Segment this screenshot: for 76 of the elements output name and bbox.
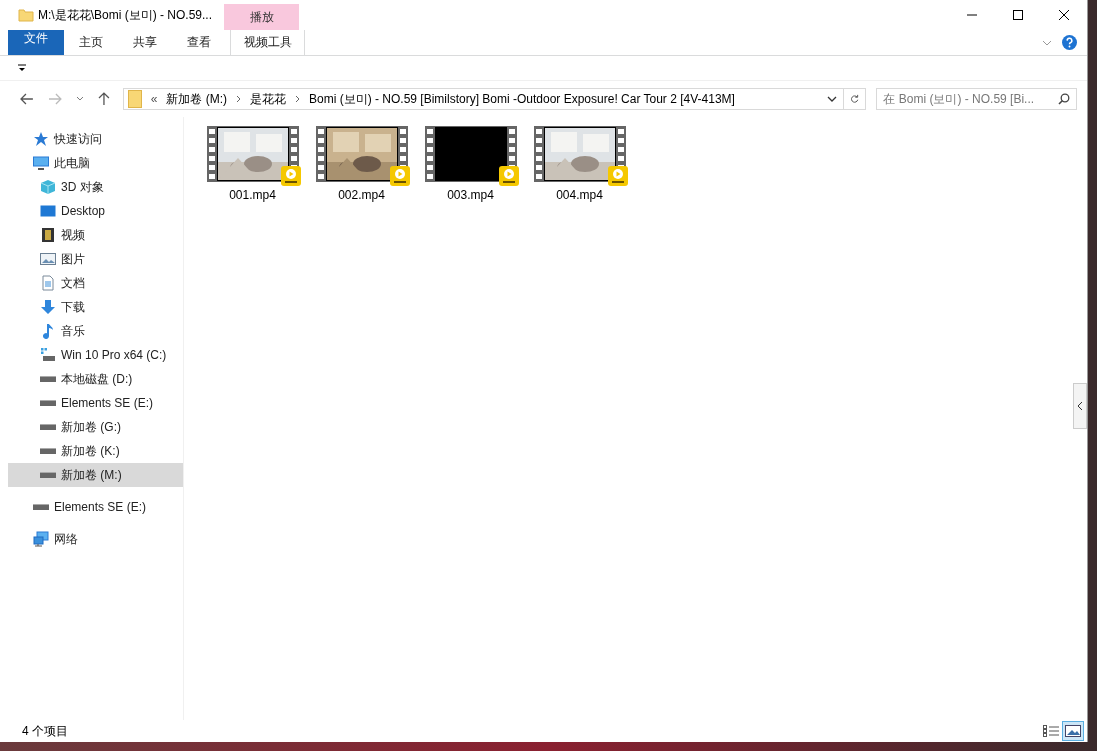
breadcrumb[interactable]: 是花花: [249, 90, 286, 108]
file-tab[interactable]: 文件: [8, 30, 64, 55]
back-icon[interactable]: [20, 93, 34, 105]
nav-item[interactable]: 网络: [8, 527, 183, 551]
player-badge-icon: [607, 166, 628, 186]
search-field[interactable]: 在 Bomi (보미) - NO.59 [Bi...: [876, 88, 1077, 110]
file-item[interactable]: 002.mp4: [310, 126, 413, 202]
drive-icon: [40, 424, 56, 430]
breadcrumb[interactable]: Bomi (보미) - NO.59 [Bimilstory] Bomi -Outdoor Exposure! Car Tour 2 [4V-413M]: [308, 90, 735, 108]
document-icon: [40, 275, 56, 291]
item-count: 4 个项目: [22, 722, 68, 740]
player-badge-icon: [280, 166, 301, 186]
up-icon[interactable]: [97, 92, 110, 106]
details-view-icon: [1043, 724, 1059, 738]
nav-item[interactable]: 文档: [8, 271, 183, 295]
nav-item[interactable]: 图片: [8, 247, 183, 271]
ribbon-tab[interactable]: 主页: [64, 30, 118, 55]
film-strip-icon: [424, 126, 517, 182]
nav-item[interactable]: Elements SE (E:): [8, 391, 183, 415]
desktop-icon: [40, 203, 56, 219]
refresh-icon: [850, 93, 860, 105]
image-icon: [1065, 724, 1081, 738]
nav-item[interactable]: Desktop: [8, 199, 183, 223]
dropdown-icon[interactable]: [827, 96, 838, 102]
file-item[interactable]: 003.mp4: [419, 126, 522, 202]
thumbnail-view-button[interactable]: [1062, 721, 1084, 741]
folder-icon: [127, 90, 142, 108]
close-icon: [1059, 10, 1069, 20]
nav-item[interactable]: 新加卷 (K:): [8, 439, 183, 463]
download-icon: [40, 299, 56, 315]
chevron-icon[interactable]: [294, 95, 300, 103]
folder-icon: [18, 7, 34, 23]
maximize-icon: [1013, 10, 1023, 20]
nav-item[interactable]: 下载: [8, 295, 183, 319]
ribbon-tab[interactable]: 查看: [172, 30, 226, 55]
nav-item[interactable]: 视频: [8, 223, 183, 247]
nav-item[interactable]: 此电脑: [8, 151, 183, 175]
network-icon: [33, 531, 49, 547]
nav-item[interactable]: Elements SE (E:): [8, 495, 183, 519]
nav-item[interactable]: 本地磁盘 (D:): [8, 367, 183, 391]
nav-item[interactable]: 3D 对象: [8, 175, 183, 199]
nav-item[interactable]: 新加卷 (G:): [8, 415, 183, 439]
breadcrumb[interactable]: 新加卷 (M:): [166, 90, 227, 108]
nav-item[interactable]: 音乐: [8, 319, 183, 343]
system-drive-icon: [40, 347, 56, 363]
drive-icon: [40, 448, 56, 454]
expand-ribbon-icon[interactable]: [1042, 39, 1052, 46]
chevron-left-icon: [1077, 401, 1083, 411]
player-badge-icon: [498, 166, 519, 186]
drive-icon: [33, 504, 49, 510]
music-icon: [40, 323, 56, 339]
drive-icon: [40, 472, 56, 478]
recent-locations-icon[interactable]: [75, 96, 84, 102]
cube-icon: [40, 179, 56, 195]
search-icon[interactable]: [1057, 93, 1070, 105]
nav-item[interactable]: 快速访问: [8, 127, 183, 151]
overflow-crumb[interactable]: «: [150, 92, 158, 106]
star-icon: [33, 131, 49, 147]
nav-item[interactable]: Win 10 Pro x64 (C:): [8, 343, 183, 367]
window-title: M:\是花花\Bomi (보미) - NO.59...: [38, 6, 213, 24]
file-item[interactable]: 001.mp4: [201, 126, 304, 202]
address-bar[interactable]: « 新加卷 (M:) 是花花 Bomi (보미) - NO.59 [Bimilstory] Bomi -Outdoor Exposure! Car Tour 2 [4V-413M]: [122, 88, 845, 110]
player-badge-icon: [389, 166, 410, 186]
ribbon-tab[interactable]: 共享: [118, 30, 172, 55]
help-icon[interactable]: [1062, 35, 1077, 50]
video-icon: [40, 227, 56, 243]
customize-toolbar-icon[interactable]: [18, 64, 26, 72]
drive-icon: [40, 376, 56, 382]
pictures-icon: [40, 251, 56, 267]
context-tab-header: 播放: [224, 4, 299, 30]
file-item[interactable]: 004.mp4: [528, 126, 631, 202]
chevron-icon[interactable]: [235, 95, 241, 103]
pc-icon: [33, 155, 49, 171]
drive-icon: [40, 400, 56, 406]
refresh-button[interactable]: [844, 88, 867, 110]
nav-item[interactable]: 新加卷 (M:): [8, 463, 183, 487]
